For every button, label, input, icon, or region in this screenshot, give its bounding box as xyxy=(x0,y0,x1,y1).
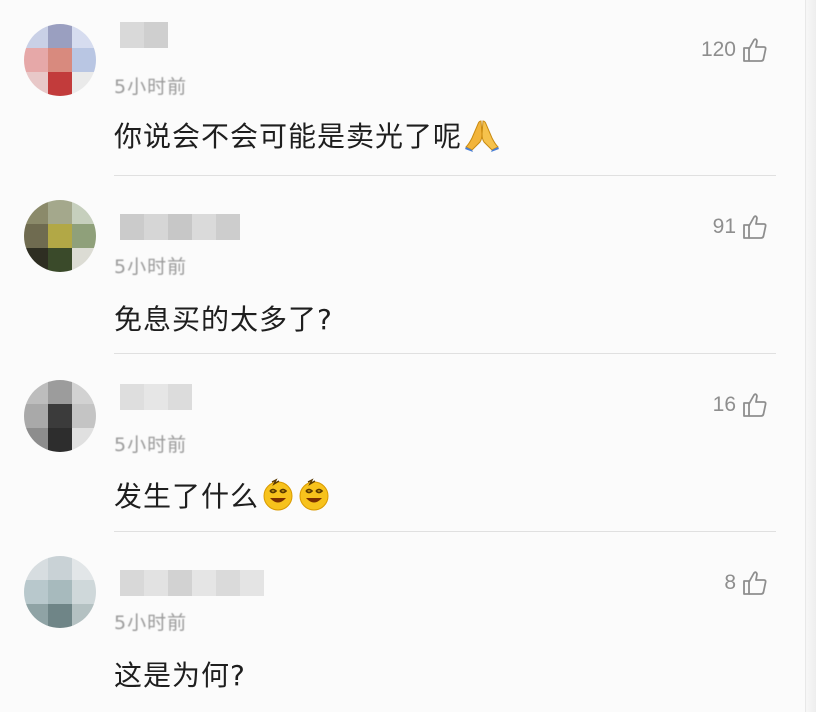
avatar[interactable] xyxy=(24,556,96,628)
comment-item: 5小时前 120 你说会不会可能是卖光了呢 xyxy=(0,0,806,176)
comment-text-row: 发生了什么 xyxy=(114,475,331,515)
like-button[interactable]: 120 xyxy=(701,36,768,64)
like-count: 91 xyxy=(712,215,736,238)
like-count: 8 xyxy=(724,571,736,594)
comment-text-row: 你说会不会可能是卖光了呢 xyxy=(114,115,500,155)
comment-item: 5小时前 8 这是为何? xyxy=(0,532,806,712)
avatar[interactable] xyxy=(24,380,96,452)
avatar[interactable] xyxy=(24,24,96,96)
comment-timestamp: 5小时前 xyxy=(114,612,188,634)
like-count: 120 xyxy=(700,38,736,61)
pray-icon xyxy=(464,118,500,152)
comment-text: 免息买的太多了? xyxy=(114,303,333,336)
username-blurred[interactable] xyxy=(120,22,168,48)
comment-text: 这是为何? xyxy=(114,659,246,692)
thumbs-up-icon xyxy=(743,215,767,239)
like-button[interactable]: 91 xyxy=(713,213,768,241)
comment-item: 5小时前 16 发生了什么 xyxy=(0,354,806,532)
username-blurred[interactable] xyxy=(120,570,264,596)
like-button[interactable]: 8 xyxy=(724,569,768,597)
scrollbar-edge xyxy=(805,0,816,712)
comment-timestamp: 5小时前 xyxy=(114,76,188,98)
comment-text: 你说会不会可能是卖光了呢 xyxy=(114,120,463,153)
dizzy-smile-icon xyxy=(297,478,331,512)
dizzy-smile-icon xyxy=(261,478,295,512)
username-blurred[interactable] xyxy=(120,214,240,240)
comment-timestamp: 5小时前 xyxy=(114,256,188,278)
comment-item: 5小时前 91 免息买的太多了? xyxy=(0,176,806,354)
like-count: 16 xyxy=(712,393,736,416)
like-button[interactable]: 16 xyxy=(713,391,768,419)
thumbs-up-icon xyxy=(743,571,767,595)
username-blurred[interactable] xyxy=(120,384,192,410)
comment-text: 发生了什么 xyxy=(114,480,260,513)
comment-text-row: 这是为何? xyxy=(114,654,246,694)
thumbs-up-icon xyxy=(743,38,767,62)
comment-text-row: 免息买的太多了? xyxy=(114,298,333,338)
thumbs-up-icon xyxy=(743,393,767,417)
comment-timestamp: 5小时前 xyxy=(114,434,188,456)
avatar[interactable] xyxy=(24,200,96,272)
